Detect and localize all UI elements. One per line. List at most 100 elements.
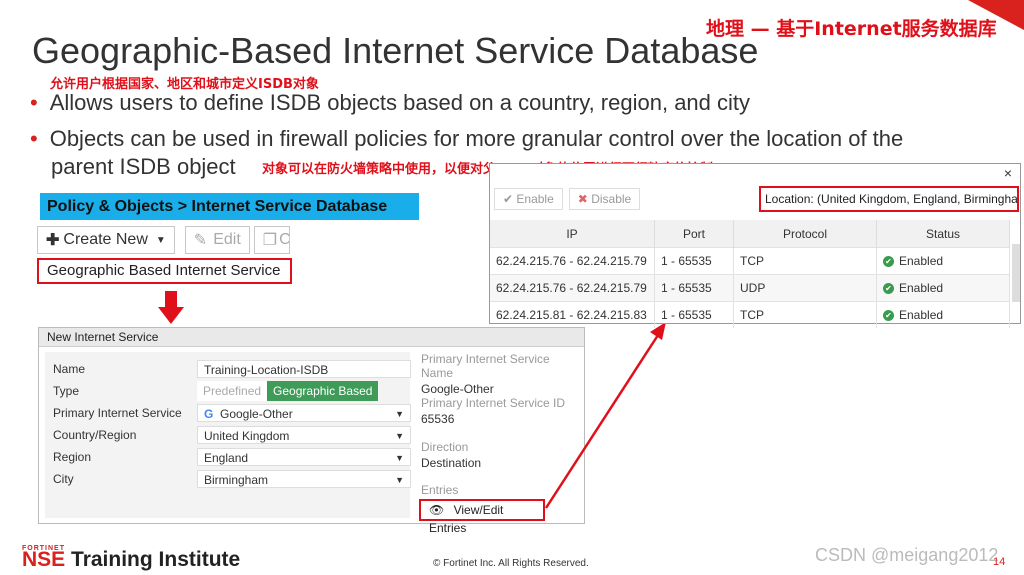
clone-label: C (279, 231, 290, 248)
page-number: 14 (993, 556, 1006, 568)
cell-status: ✔ Enabled (876, 247, 1010, 275)
create-new-button[interactable]: ✚ Create New ▼ (37, 226, 175, 254)
x-circle-icon: ✖ (577, 192, 588, 206)
cell-status: ✔ Enabled (876, 274, 1010, 302)
pencil-icon: ✎ (193, 232, 208, 249)
primary-service-select[interactable]: G Google-Other ▼ (197, 404, 411, 422)
cell-protocol: TCP (733, 247, 877, 275)
table-header-row: IP Port Protocol Status (490, 220, 1010, 248)
bullet-dot: • (30, 126, 38, 151)
type-geographic-based[interactable]: Geographic Based (267, 381, 379, 401)
plus-icon: ✚ (46, 232, 60, 249)
down-arrow-icon (158, 291, 184, 324)
new-internet-service-panel: New Internet Service Name Training-Locat… (38, 327, 585, 535)
disable-button[interactable]: ✖ Disable (568, 188, 641, 210)
bullet-1-text: Allows users to define ISDB objects base… (49, 90, 751, 115)
enable-label: Enable (516, 192, 554, 206)
cell-ip: 62.24.215.81 - 62.24.215.83 (490, 301, 655, 328)
col-status[interactable]: Status (876, 220, 1010, 248)
location-filter: Location: (United Kingdom, England, Birm… (759, 186, 1019, 212)
name-label: Name (53, 362, 86, 376)
type-label: Type (53, 384, 80, 398)
col-port[interactable]: Port (654, 220, 734, 248)
status-text: Enabled (899, 254, 944, 268)
check-icon: ✔ (883, 310, 894, 322)
scrollbar[interactable] (1012, 244, 1020, 302)
entries-label-text: Entries (421, 483, 459, 497)
direction-label: Direction (421, 440, 469, 454)
check-circle-icon: ✔ (503, 192, 514, 206)
col-protocol[interactable]: Protocol (733, 220, 877, 248)
type-toggle: Predefined Geographic Based (197, 381, 379, 401)
toolbar: ✚ Create New ▼ ✎ Edit ❐ C (37, 226, 290, 254)
cell-status: ✔ Enabled (876, 301, 1010, 328)
region-value: England (204, 451, 249, 465)
cell-port: 1 - 65535 (654, 301, 734, 328)
watermark: CSDN @meigang2012 (815, 545, 999, 565)
copyright: © Fortinet Inc. All Rights Reserved. (433, 558, 589, 569)
bullet-dot: • (30, 90, 38, 115)
direction-info: Direction Destination (421, 440, 481, 470)
view-edit-entries-button[interactable]: 👁 View/Edit Entries (419, 499, 545, 535)
entries-label: Entries (421, 483, 458, 497)
edit-label: Edit (213, 231, 241, 248)
panel-header: New Internet Service (39, 328, 584, 347)
slide-title: Geographic-Based Internet Service Databa… (32, 30, 759, 71)
chevron-down-icon: ▼ (395, 409, 404, 419)
region-label: Region (53, 450, 92, 464)
create-new-label: Create New (63, 231, 148, 248)
check-icon: ✔ (883, 256, 894, 268)
cell-ip: 62.24.215.76 - 62.24.215.79 (490, 247, 655, 275)
entries-dialog: × ✔ Enable ✖ Disable Location: (United K… (489, 163, 1021, 328)
eye-icon: 👁 (429, 503, 445, 517)
bullet-2-line2: parent ISDB object (51, 154, 236, 179)
table-row[interactable]: 62.24.215.81 - 62.24.215.83 1 - 65535 TC… (490, 301, 1010, 328)
pointer-arrow (544, 322, 666, 509)
country-select[interactable]: United Kingdom ▼ (197, 426, 411, 444)
primary-service-value: Google-Other (220, 407, 293, 421)
chevron-down-icon: ▼ (395, 475, 404, 485)
entries-table: IP Port Protocol Status 62.24.215.76 - 6… (490, 220, 1010, 328)
cell-port: 1 - 65535 (654, 247, 734, 275)
col-ip[interactable]: IP (490, 220, 655, 248)
bullet-2-text: Objects can be used in firewall policies… (49, 126, 904, 151)
direction-value: Destination (421, 456, 482, 470)
nse-text: NSE (22, 548, 66, 571)
training-institute-text: Training Institute (65, 548, 241, 571)
disable-label: Disable (591, 192, 632, 206)
cell-protocol: UDP (733, 274, 877, 302)
chevron-down-icon: ▼ (155, 234, 166, 246)
form-area: Name Training-Location-ISDB Type Predefi… (45, 352, 411, 518)
close-icon[interactable]: × (1004, 165, 1012, 181)
nse-training-logo: NSE Training Institute (22, 548, 240, 572)
table-row[interactable]: 62.24.215.76 - 62.24.215.79 1 - 65535 UD… (490, 274, 1010, 302)
bullet-1: • Allows users to define ISDB objects bas… (30, 90, 750, 116)
breadcrumb: Policy & Objects > Internet Service Data… (40, 193, 419, 220)
type-predefined[interactable]: Predefined (197, 381, 268, 401)
country-label: Country/Region (53, 428, 137, 442)
clone-icon: ❐ (262, 232, 278, 249)
cell-port: 1 - 65535 (654, 274, 734, 302)
dialog-toolbar: ✔ Enable ✖ Disable (494, 188, 641, 210)
enable-button[interactable]: ✔ Enable (494, 188, 563, 210)
check-icon: ✔ (883, 283, 894, 295)
city-label: City (53, 472, 74, 486)
city-select[interactable]: Birmingham ▼ (197, 470, 411, 488)
country-value: United Kingdom (204, 429, 290, 443)
chevron-down-icon: ▼ (395, 453, 404, 463)
edit-button[interactable]: ✎ Edit (184, 226, 250, 254)
city-value: Birmingham (204, 473, 269, 487)
region-select[interactable]: England ▼ (197, 448, 411, 466)
name-input[interactable]: Training-Location-ISDB (197, 360, 411, 378)
clone-button[interactable]: ❐ C (253, 226, 290, 254)
cell-ip: 62.24.215.76 - 62.24.215.79 (490, 274, 655, 302)
cell-protocol: TCP (733, 301, 877, 328)
chevron-down-icon: ▼ (395, 431, 404, 441)
menu-item-geographic-based[interactable]: Geographic Based Internet Service (37, 258, 292, 284)
primary-service-label: Primary Internet Service (53, 406, 182, 420)
bullet-2: • Objects can be used in firewall policie… (30, 126, 903, 152)
google-icon: G (204, 407, 214, 421)
status-text: Enabled (899, 281, 944, 295)
table-row[interactable]: 62.24.215.76 - 62.24.215.79 1 - 65535 TC… (490, 247, 1010, 275)
status-text: Enabled (899, 308, 944, 322)
